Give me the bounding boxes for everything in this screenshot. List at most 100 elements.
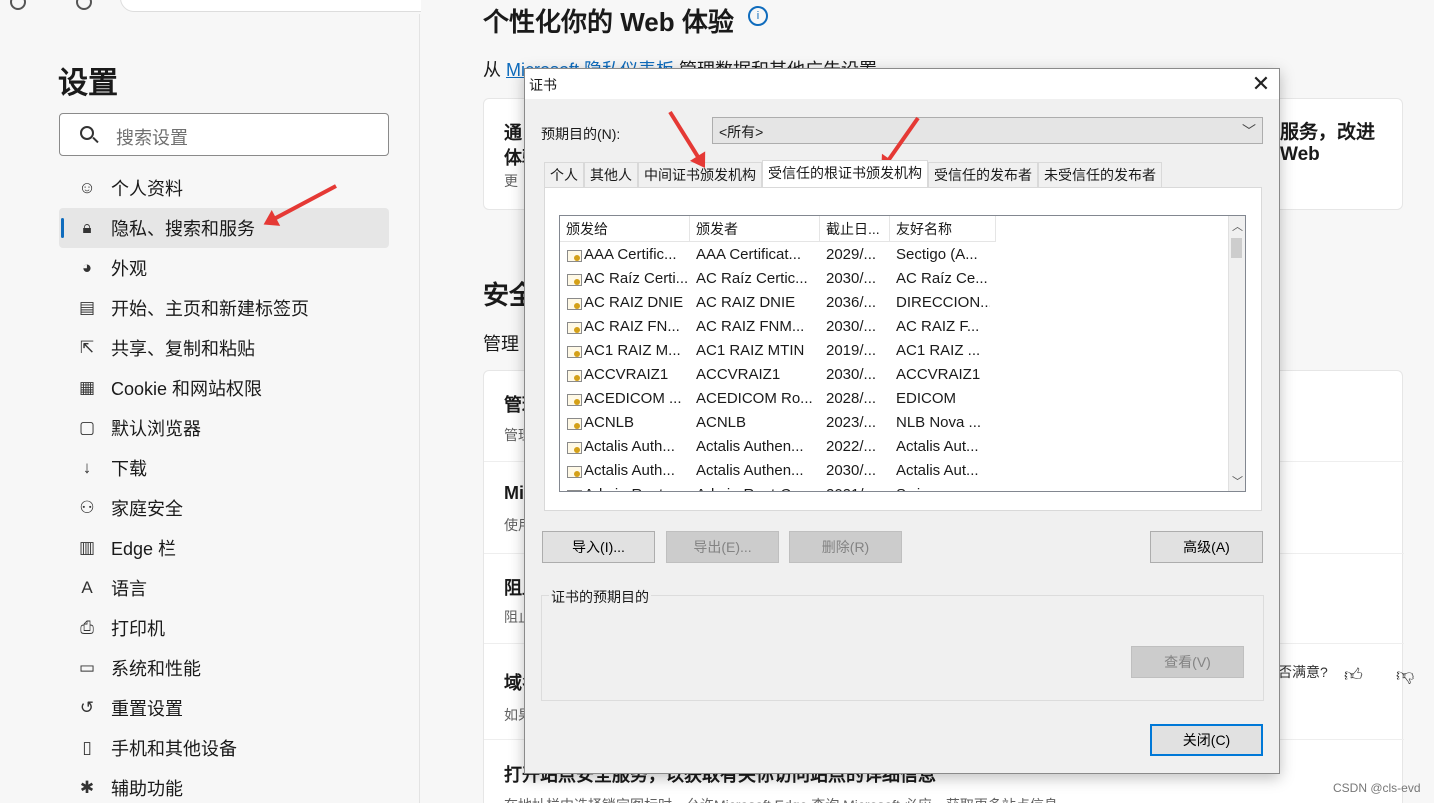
- download-icon: ↓: [82, 458, 92, 477]
- nav-item-accessibility[interactable]: ✱ 辅助功能: [59, 768, 389, 803]
- nav-item-label: 语言: [111, 579, 147, 599]
- table-row[interactable]: Actalis Auth... Actalis Authen... 2022/...…: [560, 435, 990, 459]
- nav-item-phone[interactable]: ▯ 手机和其他设备: [59, 728, 389, 768]
- column-issued-to[interactable]: 颁发给: [560, 216, 690, 242]
- cell-friendly-name: AC1 RAIZ ...: [896, 342, 981, 359]
- nav-item-label: Cookie 和网站权限: [111, 379, 263, 399]
- view-button[interactable]: 查看(V): [1131, 646, 1244, 678]
- cell-text: AC RAIZ FN...: [584, 318, 680, 335]
- help-icon[interactable]: i: [748, 6, 768, 26]
- close-button[interactable]: 关闭(C): [1150, 724, 1263, 756]
- browser-icon: ▢: [78, 418, 96, 437]
- chevron-up-icon[interactable]: ︿: [1232, 218, 1243, 234]
- phone-icon: ▯: [82, 738, 92, 757]
- scrollbar-thumb[interactable]: [1231, 238, 1242, 258]
- nav-item-label: 重置设置: [111, 699, 183, 719]
- cell-text: AAA Certific...: [584, 246, 677, 263]
- table-row[interactable]: Admin-Root... Admin-Root-C...2021/...Swis…: [560, 483, 990, 491]
- cell-issued-by: AC RAIZ FNM...: [696, 318, 805, 335]
- cell-friendly-name: AC Raíz Ce...: [896, 270, 988, 287]
- card-subtitle: 更: [504, 173, 518, 189]
- nav-item-default-browser[interactable]: ▢ 默认浏览器: [59, 408, 389, 448]
- vertical-scrollbar[interactable]: ︿ ﹀: [1228, 216, 1245, 491]
- cert-purposes-label: 证书的预期目的: [549, 587, 651, 607]
- cell-friendly-name: Sectigo (A...: [896, 246, 978, 263]
- thumbs-down-icon[interactable]: 👎︎: [1396, 664, 1414, 685]
- list-header: 颁发给 颁发者 截止日... 友好名称: [560, 216, 996, 242]
- certificate-icon: [566, 416, 582, 430]
- nav-item-privacy[interactable]: 🔒︎ 隐私、搜索和服务: [59, 208, 389, 248]
- thumbs-up-icon[interactable]: 👍︎: [1344, 664, 1363, 685]
- table-row[interactable]: AC Raíz Certi... AC Raíz Certic... 2030/..…: [560, 267, 990, 291]
- nav-item-share-copy[interactable]: ⇱ 共享、复制和粘贴: [59, 328, 389, 368]
- table-row[interactable]: AC1 RAIZ M... AC1 RAIZ MTIN 2019/... AC1 RA…: [560, 339, 990, 363]
- certificate-icon: [566, 488, 582, 491]
- cell-expiration: 2023/...: [826, 414, 877, 431]
- tab-untrusted-publishers[interactable]: 未受信任的发布者: [1038, 162, 1162, 187]
- nav-item-label: 个人资料: [111, 179, 183, 199]
- table-row[interactable]: AC RAIZ FN... AC RAIZ FNM... 2030/... AC RA…: [560, 315, 990, 339]
- cell-text: AC1 RAIZ M...: [584, 342, 681, 359]
- list-rows: AAA Certific... AAA Certificat... 2029/...…: [560, 243, 990, 491]
- tab-trusted-publishers[interactable]: 受信任的发布者: [928, 162, 1038, 187]
- nav-item-family[interactable]: ⚇ 家庭安全: [59, 488, 389, 528]
- nav-item-label: 手机和其他设备: [111, 739, 237, 759]
- nav-item-start-home[interactable]: ▤ 开始、主页和新建标签页: [59, 288, 389, 328]
- nav-item-printers[interactable]: ⎙ 打印机: [59, 608, 389, 648]
- table-row[interactable]: Actalis Auth... Actalis Authen... 2030/...…: [560, 459, 990, 483]
- table-row[interactable]: ACCVRAIZ1 ACCVRAIZ1 2030/... ACCVRAIZ1: [560, 363, 990, 387]
- nav-item-label: 系统和性能: [111, 659, 201, 679]
- security-row-title[interactable]: Mi: [504, 483, 524, 504]
- table-row[interactable]: AAA Certific... AAA Certificat... 2029/...…: [560, 243, 990, 267]
- certificate-list[interactable]: 颁发给 颁发者 截止日... 友好名称 AAA Certific... AAA C…: [559, 215, 1246, 492]
- cell-friendly-name: DIRECCION...: [896, 294, 990, 311]
- accessibility-icon: ✱: [79, 778, 95, 797]
- column-expiration[interactable]: 截止日...: [820, 216, 890, 242]
- table-row[interactable]: ACNLB ACNLB 2023/... NLB Nova ...: [560, 411, 990, 435]
- advanced-button[interactable]: 高级(A): [1150, 531, 1263, 563]
- nav-item-label: 隐私、搜索和服务: [111, 219, 255, 239]
- refresh-icon[interactable]: [76, 0, 92, 10]
- table-row[interactable]: AC RAIZ DNIE AC RAIZ DNIE 2036/... DIRECCIO…: [560, 291, 990, 315]
- nav-item-label: 开始、主页和新建标签页: [111, 299, 309, 319]
- cell-expiration: 2019/...: [826, 342, 877, 359]
- nav-item-reset[interactable]: ↺ 重置设置: [59, 688, 389, 728]
- cell-expiration: 2030/...: [826, 366, 877, 383]
- nav-item-label: 外观: [111, 259, 147, 279]
- nav-item-system[interactable]: ▭ 系统和性能: [59, 648, 389, 688]
- nav-item-appearance[interactable]: ◕ 外观: [59, 248, 389, 288]
- back-icon[interactable]: [10, 0, 26, 10]
- column-issued-by[interactable]: 颁发者: [690, 216, 820, 242]
- cell-expiration: 2030/...: [826, 318, 877, 335]
- cell-issued-to: AC1 RAIZ M...: [560, 339, 690, 363]
- certificate-icon: [566, 344, 582, 358]
- cell-issued-by: AC1 RAIZ MTIN: [696, 342, 805, 359]
- tab-other-people[interactable]: 其他人: [584, 162, 638, 187]
- nav-item-downloads[interactable]: ↓ 下载: [59, 448, 389, 488]
- cell-issued-to: ACEDICOM ...: [560, 387, 690, 411]
- cell-issued-to: AC Raíz Certi...: [560, 267, 690, 291]
- tab-personal[interactable]: 个人: [544, 162, 584, 187]
- close-icon[interactable]: ✕: [1249, 72, 1273, 96]
- search-settings-input[interactable]: 搜索设置: [59, 113, 389, 156]
- nav-item-edge-bar[interactable]: ▥ Edge 栏: [59, 528, 389, 568]
- nav-item-language[interactable]: A 语言: [59, 568, 389, 608]
- export-button[interactable]: 导出(E)...: [666, 531, 779, 563]
- tab-trusted-root-ca[interactable]: 受信任的根证书颁发机构: [762, 160, 928, 187]
- import-button[interactable]: 导入(I)...: [542, 531, 655, 563]
- cell-expiration: 2036/...: [826, 294, 877, 311]
- purpose-dropdown[interactable]: <所有> ﹀: [712, 117, 1263, 144]
- column-friendly-name[interactable]: 友好名称: [890, 216, 996, 242]
- nav-item-profile[interactable]: ☺ 个人资料: [59, 168, 389, 208]
- nav-item-label: 打印机: [111, 619, 165, 639]
- dialog-titlebar: [525, 69, 1279, 99]
- remove-button[interactable]: 删除(R): [789, 531, 902, 563]
- cell-expiration: 2021/...: [820, 483, 890, 491]
- nav-item-cookies[interactable]: ▦ Cookie 和网站权限: [59, 368, 389, 408]
- card-title: 通: [504, 123, 522, 143]
- chevron-down-icon[interactable]: ﹀: [1232, 473, 1243, 489]
- table-row[interactable]: ACEDICOM ... ACEDICOM Ro... 2028/... EDICOM: [560, 387, 990, 411]
- cell-expiration: 2030/...: [826, 462, 877, 479]
- card-title-right: 服务，改进 Web: [1280, 122, 1376, 165]
- cell-issued-to: AC RAIZ FN...: [560, 315, 690, 339]
